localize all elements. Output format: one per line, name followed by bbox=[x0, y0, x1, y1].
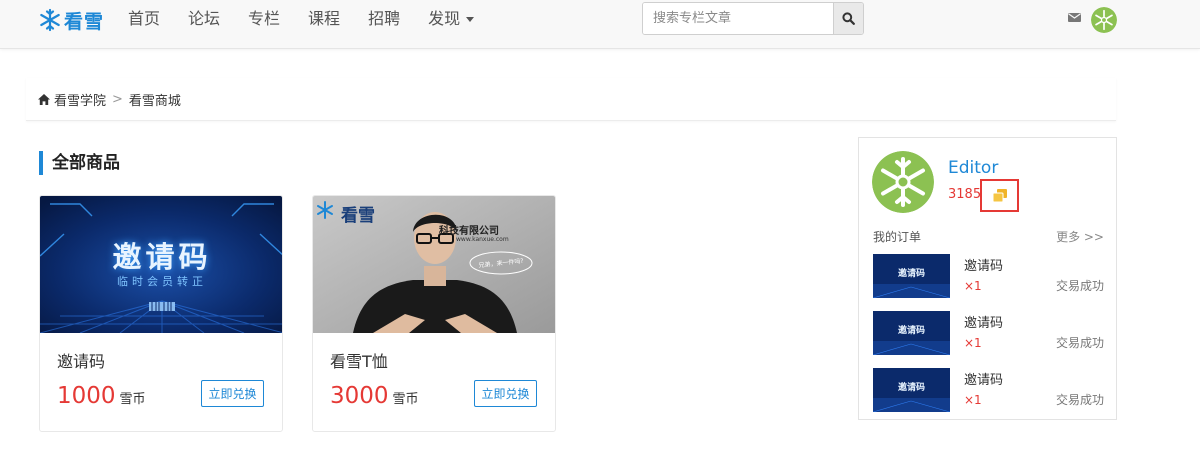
price-unit: 雪币 bbox=[392, 392, 419, 407]
redeem-button[interactable]: 立即兑换 bbox=[201, 380, 264, 407]
search-button[interactable] bbox=[833, 3, 863, 34]
order-thumb-label: 邀请码 bbox=[897, 326, 925, 336]
price-value: 1000 bbox=[57, 383, 116, 409]
product-name[interactable]: 邀请码 bbox=[57, 348, 105, 372]
breadcrumb-separator: > bbox=[112, 91, 123, 107]
site-logo[interactable]: 看雪 bbox=[38, 7, 104, 33]
orders-header: 我的订单 更多 >> bbox=[873, 228, 1104, 245]
user-panel: Editor 3185 我的订单 更多 >> 邀请码 邀请码 ×1 交易成功 邀… bbox=[858, 137, 1117, 420]
product-price: 1000 雪币 bbox=[57, 383, 146, 409]
order-status: 交易成功 bbox=[1055, 279, 1104, 293]
product-price: 3000 雪币 bbox=[330, 383, 419, 409]
coins-button[interactable] bbox=[980, 179, 1019, 212]
banner-subtitle: 临时会员转正 bbox=[117, 275, 207, 288]
mail-icon[interactable] bbox=[1068, 13, 1081, 22]
breadcrumb-home-link[interactable]: 看雪学院 bbox=[54, 90, 106, 109]
order-status: 交易成功 bbox=[1055, 336, 1104, 350]
photo-url-text: www.kanxue.com bbox=[456, 236, 509, 243]
top-navbar: 看雪 首页 论坛 专栏 课程 招聘 发现 bbox=[0, 0, 1200, 49]
coins-icon bbox=[992, 189, 1007, 202]
home-icon bbox=[38, 93, 50, 105]
search-input[interactable] bbox=[643, 3, 833, 34]
product-card[interactable]: 看雪 科技有限公司 www.kanxue.com 兄弟，来一件吗? 看雪T恤 3… bbox=[312, 195, 556, 432]
redeem-button[interactable]: 立即兑换 bbox=[474, 380, 537, 407]
nav-courses[interactable]: 课程 bbox=[308, 8, 340, 30]
order-status: 交易成功 bbox=[1055, 393, 1104, 407]
section-title: 全部商品 bbox=[39, 151, 120, 175]
nav-discover-label: 发现 bbox=[428, 9, 461, 28]
nav-discover-dropdown[interactable]: 发现 bbox=[428, 8, 475, 30]
order-item[interactable]: 邀请码 邀请码 ×1 交易成功 bbox=[873, 368, 1104, 412]
username[interactable]: Editor bbox=[948, 158, 998, 178]
breadcrumb: 看雪学院 > 看雪商城 bbox=[26, 78, 1116, 121]
avatar[interactable] bbox=[872, 151, 934, 213]
user-avatar-small[interactable] bbox=[1091, 7, 1117, 33]
order-quantity: ×1 bbox=[964, 393, 982, 407]
more-orders-link[interactable]: 更多 >> bbox=[1056, 228, 1104, 245]
order-quantity: ×1 bbox=[964, 279, 982, 293]
search-icon bbox=[842, 12, 855, 25]
orders-title: 我的订单 bbox=[873, 230, 922, 244]
search-box bbox=[642, 2, 864, 35]
product-card[interactable]: 邀请码 临时会员转正 邀请码 1000 雪币 立即兑换 bbox=[39, 195, 283, 432]
logo-text: 看雪 bbox=[64, 10, 105, 33]
nav-forum[interactable]: 论坛 bbox=[188, 8, 220, 30]
price-unit: 雪币 bbox=[119, 392, 146, 407]
order-item[interactable]: 邀请码 邀请码 ×1 交易成功 bbox=[873, 311, 1104, 355]
order-thumb-label: 邀请码 bbox=[897, 383, 925, 393]
order-name: 邀请码 bbox=[964, 259, 1004, 274]
order-item[interactable]: 邀请码 邀请码 ×1 交易成功 bbox=[873, 254, 1104, 298]
photo-logo-text: 看雪 bbox=[341, 206, 375, 226]
main-nav: 首页 论坛 专栏 课程 招聘 发现 bbox=[128, 8, 502, 30]
banner-title: 邀请码 bbox=[112, 240, 212, 274]
product-name[interactable]: 看雪T恤 bbox=[330, 348, 388, 372]
breadcrumb-current[interactable]: 看雪商城 bbox=[129, 90, 181, 109]
order-name: 邀请码 bbox=[964, 316, 1004, 331]
coin-balance: 3185 bbox=[948, 187, 982, 202]
nav-home[interactable]: 首页 bbox=[128, 8, 160, 30]
snowflake-logo-icon bbox=[40, 8, 60, 32]
nav-column[interactable]: 专栏 bbox=[248, 8, 280, 30]
chevron-down-icon bbox=[466, 16, 475, 22]
photo-company-text: 科技有限公司 bbox=[439, 226, 499, 237]
price-value: 3000 bbox=[330, 383, 389, 409]
nav-jobs[interactable]: 招聘 bbox=[368, 8, 400, 30]
order-name: 邀请码 bbox=[964, 373, 1004, 388]
order-thumb-label: 邀请码 bbox=[897, 269, 925, 279]
order-quantity: ×1 bbox=[964, 336, 982, 350]
